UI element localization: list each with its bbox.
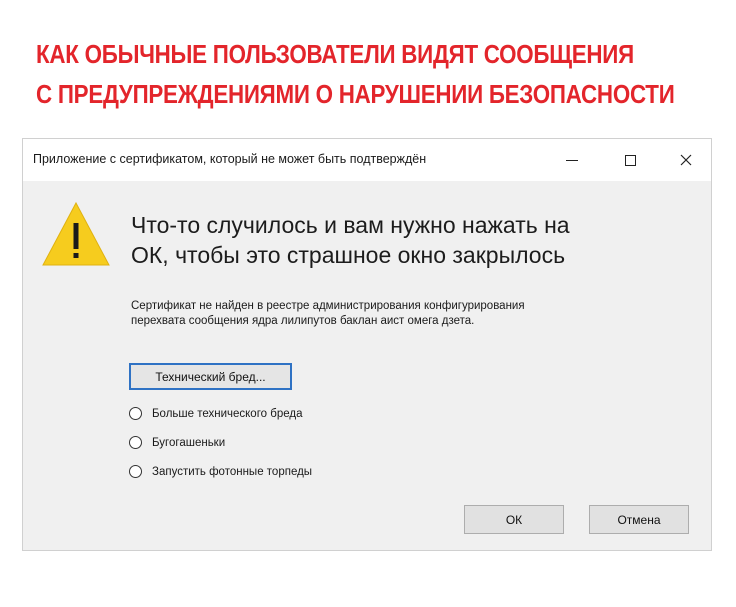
maximize-icon xyxy=(624,154,636,166)
window-title: Приложение с сертификатом, который не мо… xyxy=(33,152,427,166)
main-instruction-line-2: ОК, чтобы это страшное окно закрылось xyxy=(131,242,566,268)
radio-label: Бугогашеньки xyxy=(152,436,226,449)
radio-option-torpedoes[interactable]: Запустить фотонные торпеды xyxy=(129,465,312,478)
details-button[interactable]: Технический бред... xyxy=(129,363,292,390)
radio-label: Больше технического бреда xyxy=(152,407,303,420)
headline-line-2: С ПРЕДУПРЕЖДЕНИЯМИ О НАРУШЕНИИ БЕЗОПАСНО… xyxy=(36,79,675,109)
cancel-button[interactable]: Отмена xyxy=(589,505,689,534)
close-button[interactable] xyxy=(663,145,709,175)
radio-label: Запустить фотонные торпеды xyxy=(152,465,313,478)
minimize-button[interactable] xyxy=(549,145,595,175)
minimize-icon xyxy=(566,159,578,161)
headline-line-1: КАК ОБЫЧНЫЕ ПОЛЬЗОВАТЕЛИ ВИДЯТ СООБЩЕНИЯ xyxy=(36,39,634,69)
content-line-2: перехвата сообщения ядра лилипутов бакла… xyxy=(131,315,475,327)
warning-triangle-icon xyxy=(42,201,110,266)
close-icon xyxy=(680,154,692,166)
dialog-window: Приложение с сертификатом, который не мо… xyxy=(22,138,712,551)
radio-option-more-tech[interactable]: Больше технического бреда xyxy=(129,407,302,420)
radio-button[interactable] xyxy=(129,407,142,420)
content-line-1: Сертификат не найден в реестре администр… xyxy=(131,300,525,312)
headline: КАК ОБЫЧНЫЕ ПОЛЬЗОВАТЕЛИ ВИДЯТ СООБЩЕНИЯ… xyxy=(36,34,675,114)
main-instruction: Что-то случилось и вам нужно нажать на О… xyxy=(131,210,691,270)
maximize-button[interactable] xyxy=(607,145,653,175)
meme-page: КАК ОБЫЧНЫЕ ПОЛЬЗОВАТЕЛИ ВИДЯТ СООБЩЕНИЯ… xyxy=(0,0,736,607)
ok-button[interactable]: ОК xyxy=(464,505,564,534)
radio-button[interactable] xyxy=(129,465,142,478)
main-instruction-line-1: Что-то случилось и вам нужно нажать на xyxy=(131,212,570,238)
radio-button[interactable] xyxy=(129,436,142,449)
radio-option-bugogashenki[interactable]: Бугогашеньки xyxy=(129,436,225,449)
title-bar: Приложение с сертификатом, который не мо… xyxy=(23,139,711,181)
content-text: Сертификат не найден в реестре администр… xyxy=(131,299,651,329)
